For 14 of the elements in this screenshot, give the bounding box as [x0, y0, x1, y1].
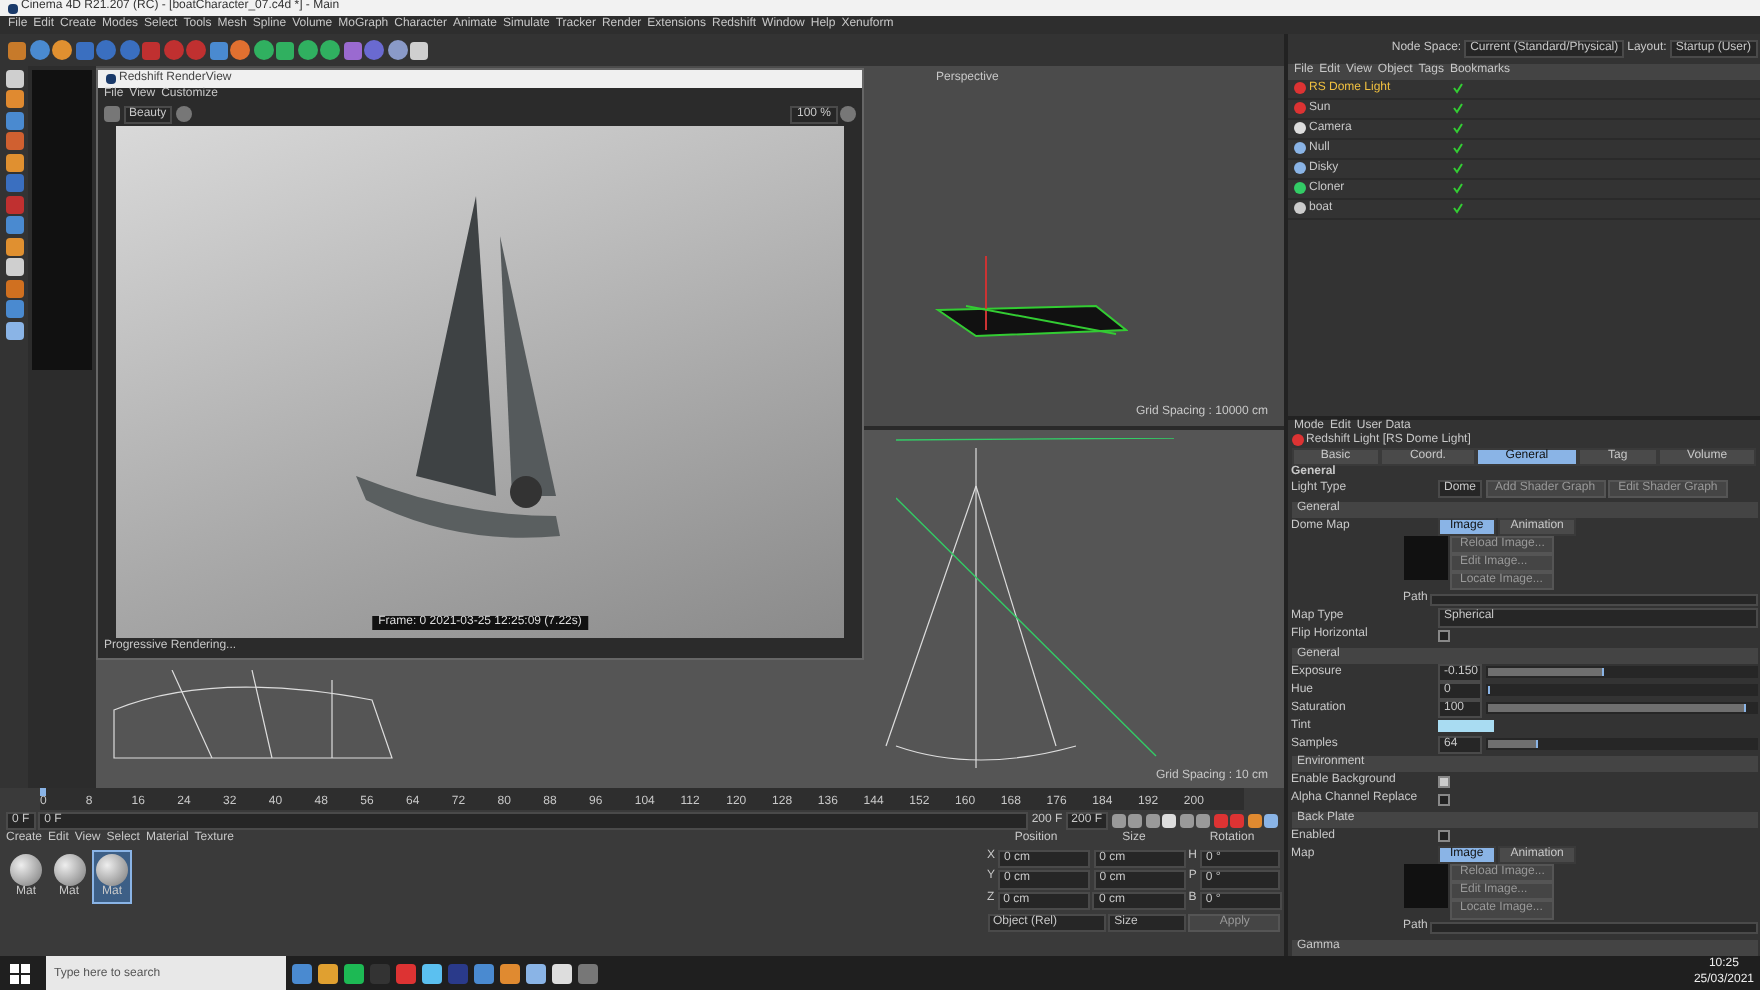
windows-icon[interactable] — [8, 961, 32, 985]
checkbox[interactable] — [1438, 775, 1450, 788]
checkbox[interactable] — [1438, 629, 1450, 642]
app-icon — [8, 3, 18, 13]
checkbox[interactable] — [1438, 830, 1450, 843]
path-field[interactable] — [1430, 922, 1757, 934]
path-field[interactable] — [1430, 593, 1757, 606]
color-swatch[interactable] — [1438, 720, 1494, 733]
settings-icon[interactable] — [840, 106, 856, 123]
light-icon — [1291, 434, 1303, 447]
checkbox[interactable] — [1438, 793, 1450, 806]
app-icon — [106, 74, 116, 84]
image-preview — [1403, 863, 1447, 908]
image-preview — [1403, 535, 1447, 580]
